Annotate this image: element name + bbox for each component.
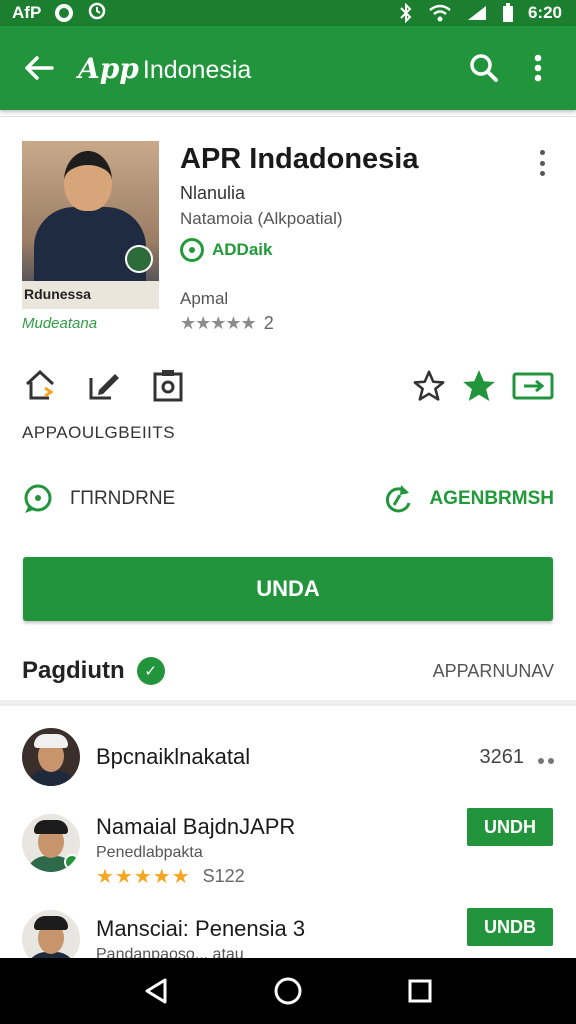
recents-nav-icon[interactable]: [400, 971, 440, 1011]
carrier-label: AfP: [12, 3, 42, 22]
back-nav-icon[interactable]: [136, 971, 176, 1011]
section-header: Pagdiutn ✓ APPARNUNAV: [22, 657, 554, 685]
list-item-count: 3261: [479, 746, 525, 768]
rating-value: S122: [202, 866, 245, 886]
card-overflow-icon[interactable]: [530, 147, 554, 179]
action-label: APPAOULGBEIITS: [22, 423, 176, 442]
back-arrow-icon[interactable]: [22, 51, 56, 85]
developer-name[interactable]: Nlanulia: [180, 183, 245, 204]
battery-icon: [502, 3, 514, 23]
verified-badge-icon: [64, 854, 80, 870]
avatar: [22, 910, 80, 958]
list-item-title: Bpcnaiklnakatal: [96, 744, 251, 769]
save-frame-icon[interactable]: [150, 367, 186, 403]
right-link-label: AGENBRMSH: [429, 488, 554, 509]
section-title: Pagdiutn: [22, 657, 125, 684]
list-item-rating: ★★★★★ S122: [96, 864, 245, 889]
notification-icon: [55, 4, 74, 22]
thumbnail-caption: Rdunessa: [22, 281, 159, 309]
links-row: ГПRNDRNE AGENBRMSH: [22, 483, 554, 515]
share-refresh-icon: [386, 485, 411, 513]
rating-stars: ★★★★★: [96, 866, 191, 888]
home-nav-icon[interactable]: [268, 971, 308, 1011]
installed-icon: [180, 238, 204, 262]
edit-pencil-icon[interactable]: [86, 367, 122, 403]
action-icons: [22, 367, 186, 403]
app-name: APR Indadonesia: [180, 143, 419, 175]
right-action-icons: [412, 367, 554, 405]
app-bar: App Indonesia: [0, 26, 576, 110]
app-list: Bpcnaiklnakatal 3261 Namaial BajdnJAPR P…: [0, 712, 576, 958]
app-bar-logo: App: [78, 51, 139, 85]
ticket-icon[interactable]: [512, 371, 554, 401]
chat-bubble-icon: [24, 484, 52, 513]
app-bar-title: App Indonesia: [78, 52, 251, 85]
left-link-label: ГПRNDRNE: [70, 488, 176, 509]
list-item[interactable]: Namaial BajdnJAPR Penedlabpakta ★★★★★ S1…: [0, 808, 576, 904]
dots-icon[interactable]: [538, 758, 554, 764]
avatar: [22, 728, 80, 786]
list-item-title: Mansciai: Penensia 3: [96, 916, 306, 941]
list-item[interactable]: Bpcnaiklnakatal 3261: [0, 722, 576, 818]
app-bar-title-text: Indonesia: [142, 55, 252, 84]
search-icon[interactable]: [464, 48, 504, 88]
section-more-link[interactable]: APPARNUNAV: [433, 661, 554, 682]
sync-icon: [87, 1, 107, 26]
status-bar: AfP 6:20: [0, 0, 576, 26]
app-thumbnail[interactable]: Rdunessa: [22, 141, 159, 309]
right-link[interactable]: AGENBRMSH: [383, 483, 554, 515]
list-item[interactable]: Mansciai: Penensia 3 Pandanpaoso... atau…: [0, 908, 576, 958]
emblem-icon: [125, 245, 153, 273]
home-upload-icon[interactable]: [22, 367, 58, 403]
rating-count: 2: [263, 313, 274, 333]
section-title-group: Pagdiutn ✓: [22, 657, 165, 685]
app-detail-card: Rdunessa Mudeatana APR Indadonesia Nlanu…: [0, 116, 576, 706]
list-item-title: Namaial BajdnJAPR: [96, 814, 296, 839]
system-nav-bar: [0, 958, 576, 1024]
star-filled-icon[interactable]: [460, 367, 498, 405]
installed-badge: ADDaik: [180, 238, 272, 262]
rating-label: Apmal: [180, 289, 229, 308]
avatar: [22, 814, 80, 872]
verified-check-icon: ✓: [136, 657, 165, 685]
installed-label: ADDaik: [212, 240, 273, 259]
list-install-button[interactable]: UNDB: [467, 908, 553, 946]
left-link[interactable]: ГПRNDRNE: [22, 483, 175, 515]
wifi-icon: [428, 4, 452, 22]
overflow-menu-icon[interactable]: [518, 48, 558, 88]
list-item-subtitle: Penedlabpakta: [96, 844, 203, 861]
list-item-subtitle: Pandanpaoso... atau: [96, 946, 244, 958]
rating-stars: ★★★★★: [180, 313, 257, 333]
star-outline-icon[interactable]: [412, 369, 446, 403]
rating-row: ★★★★★ 2: [180, 313, 274, 334]
clock-time: 6:20: [527, 3, 562, 22]
list-install-button[interactable]: UNDH: [467, 808, 553, 846]
signal-icon: [466, 4, 488, 22]
app-category: Natamoia (Alkpoatial): [180, 209, 343, 228]
thumbnail-subcaption: Mudeatana: [22, 315, 98, 332]
install-button[interactable]: UNDA: [23, 557, 553, 621]
bluetooth-icon: [398, 3, 414, 23]
